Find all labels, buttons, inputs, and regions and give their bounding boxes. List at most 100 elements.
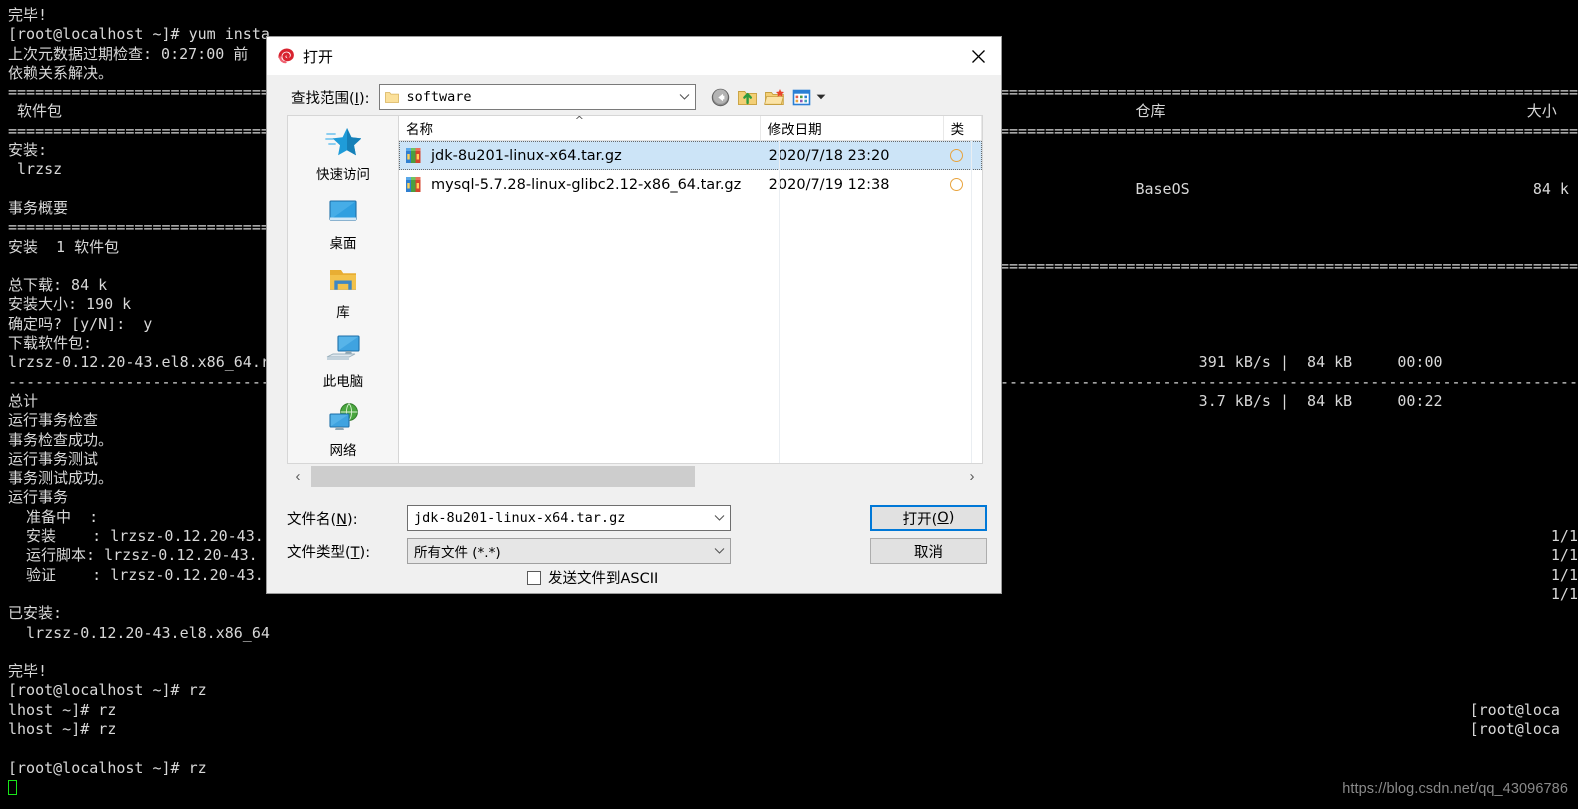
filetype-select[interactable]: 所有文件 (*.*) [407, 538, 731, 564]
network-globe-icon [325, 402, 361, 436]
terminal-line: 验证 : lrzsz-0.12.20-43. [8, 565, 264, 584]
filename-label: 文件名(N): [287, 511, 358, 528]
terminal-line: ================================= [8, 218, 307, 237]
dialog-toolbar [710, 87, 826, 108]
libraries-folder-icon [325, 264, 361, 298]
back-icon[interactable] [710, 87, 731, 108]
terminal-line: lrzsz-0.12.20-43.el8.x86_64 [8, 623, 270, 642]
column-separator [971, 141, 972, 463]
file-list-column-header[interactable]: 修改日期 [761, 116, 944, 140]
terminal-line: 事务概要 [8, 198, 69, 217]
chevron-down-icon[interactable] [713, 545, 726, 558]
this-pc-icon [325, 333, 361, 367]
hscroll-thumb[interactable] [311, 466, 695, 487]
file-list-row[interactable]: jdk-8u201-linux-x64.tar.gz 2020/7/18 23:2… [399, 141, 982, 170]
terminal-line: ========================================… [1000, 256, 1578, 275]
file-list-row[interactable]: mysql-5.7.28-linux-glibc2.12-x86_64.tar.… [399, 170, 982, 199]
filetype-label: 文件类型(T): [287, 544, 371, 561]
open-file-dialog: 打开 查找范围(I): software 快速访问 桌面 库 此电脑 网络 名称… [266, 36, 1002, 594]
place-item-libraries[interactable]: 库 [288, 258, 398, 327]
terminal-line: 下载软件包: [8, 334, 93, 353]
chevron-down-icon[interactable] [713, 512, 726, 525]
cancel-button[interactable]: 取消 [870, 538, 987, 564]
terminal-line: 完毕! [8, 6, 48, 24]
ascii-checkbox[interactable] [527, 570, 541, 585]
terminal-line: 1/1 [1000, 546, 1578, 565]
scroll-right-icon[interactable]: › [961, 464, 983, 489]
terminal-line: 准备中 : [8, 507, 99, 526]
place-item-this-pc[interactable]: 此电脑 [288, 327, 398, 396]
terminal-line: 安装 1 软件包 [8, 237, 120, 256]
lookin-combobox[interactable]: software [378, 84, 696, 110]
terminal-line: 总计 [8, 391, 39, 410]
terminal-line: 391 kB/s | 84 kB 00:00 [1000, 353, 1443, 372]
up-folder-icon[interactable] [737, 87, 758, 108]
terminal-line: 完毕! [8, 662, 48, 681]
filename-value: jdk-8u201-linux-x64.tar.gz [414, 510, 626, 526]
filetype-value: 所有文件 (*.*) [414, 545, 501, 561]
column-separator [779, 141, 780, 463]
terminal-line: [root@localhost ~]# rz [8, 681, 207, 700]
terminal-left-column: 完毕! [root@localhost ~]# yum insta 上次元数据过期检… [8, 6, 306, 797]
terminal-cursor-line [8, 778, 306, 797]
terminal-line: lhost ~]# rz [8, 700, 117, 719]
screen-root: 完毕! [root@localhost ~]# yum insta 上次元数据过期检… [0, 0, 1578, 809]
desktop-monitor-icon [325, 195, 361, 229]
chevron-down-icon[interactable] [678, 91, 691, 104]
open-button[interactable]: 打开(O) [870, 505, 987, 531]
terminal-line: 总下载: 84 k [8, 276, 108, 295]
terminal-line: 运行脚本: lrzsz-0.12.20-43. [8, 546, 258, 565]
file-list-hscrollbar[interactable]: ‹ › [287, 464, 983, 489]
hscroll-track[interactable] [309, 464, 961, 489]
ascii-checkbox-label: 发送文件到ASCII [548, 571, 659, 587]
terminal-line: 安装: [8, 141, 48, 160]
lookin-label: 查找范围(I): [291, 90, 370, 107]
filename-input[interactable]: jdk-8u201-linux-x64.tar.gz [407, 505, 731, 531]
terminal-line: 1/1 [1000, 527, 1578, 546]
terminal-line: lrzsz [8, 160, 63, 179]
place-item-network[interactable]: 网络 [288, 396, 398, 465]
place-item-quick-access[interactable]: 快速访问 [288, 120, 398, 189]
file-list-rows: jdk-8u201-linux-x64.tar.gz 2020/7/18 23:2… [399, 141, 982, 463]
lookin-value: software [406, 89, 472, 105]
place-label: 快速访问 [316, 167, 370, 183]
archive-icon [405, 175, 424, 194]
scroll-left-icon[interactable]: ‹ [287, 464, 309, 489]
terminal-line: --------------------------------- [8, 372, 307, 391]
file-list-column-header[interactable]: 名称 ^ [399, 116, 761, 140]
terminal-line: 运行事务 [8, 488, 69, 507]
archive-icon [405, 146, 424, 165]
place-item-desktop[interactable]: 桌面 [288, 189, 398, 258]
terminal-line: lrzsz-0.12.20-43.el8.x86_64.r [8, 353, 270, 372]
terminal-line: 已安装: [8, 604, 63, 623]
close-icon[interactable] [955, 37, 1001, 75]
terminal-line: [root@localhost ~]# yum insta [8, 25, 270, 44]
terminal-line: [root@localhost ~]# rz [8, 758, 207, 777]
ascii-checkbox-row[interactable]: 发送文件到ASCII [527, 567, 658, 588]
chevron-down-icon[interactable] [816, 88, 826, 106]
terminal-right-column: ========================================… [1000, 6, 1578, 739]
file-list-column-header[interactable]: 类 [944, 116, 982, 140]
terminal-line: [root@loca [1000, 719, 1560, 738]
terminal-line: BaseOS 84 k [1000, 179, 1569, 198]
terminal-line: 事务检查成功。 [8, 430, 114, 449]
dialog-titlebar[interactable]: 打开 [267, 37, 1001, 75]
view-mode-icon[interactable] [791, 87, 812, 108]
file-date-cell: 2020/7/18 23:20 [768, 147, 890, 164]
file-type-cell [944, 147, 982, 165]
new-folder-icon[interactable] [763, 87, 785, 108]
file-name-label: jdk-8u201-linux-x64.tar.gz [431, 147, 622, 164]
file-list[interactable]: 名称 ^ 修改日期 类 jdk-8u201-linux-x64.tar.gz 2020/… [398, 115, 983, 464]
